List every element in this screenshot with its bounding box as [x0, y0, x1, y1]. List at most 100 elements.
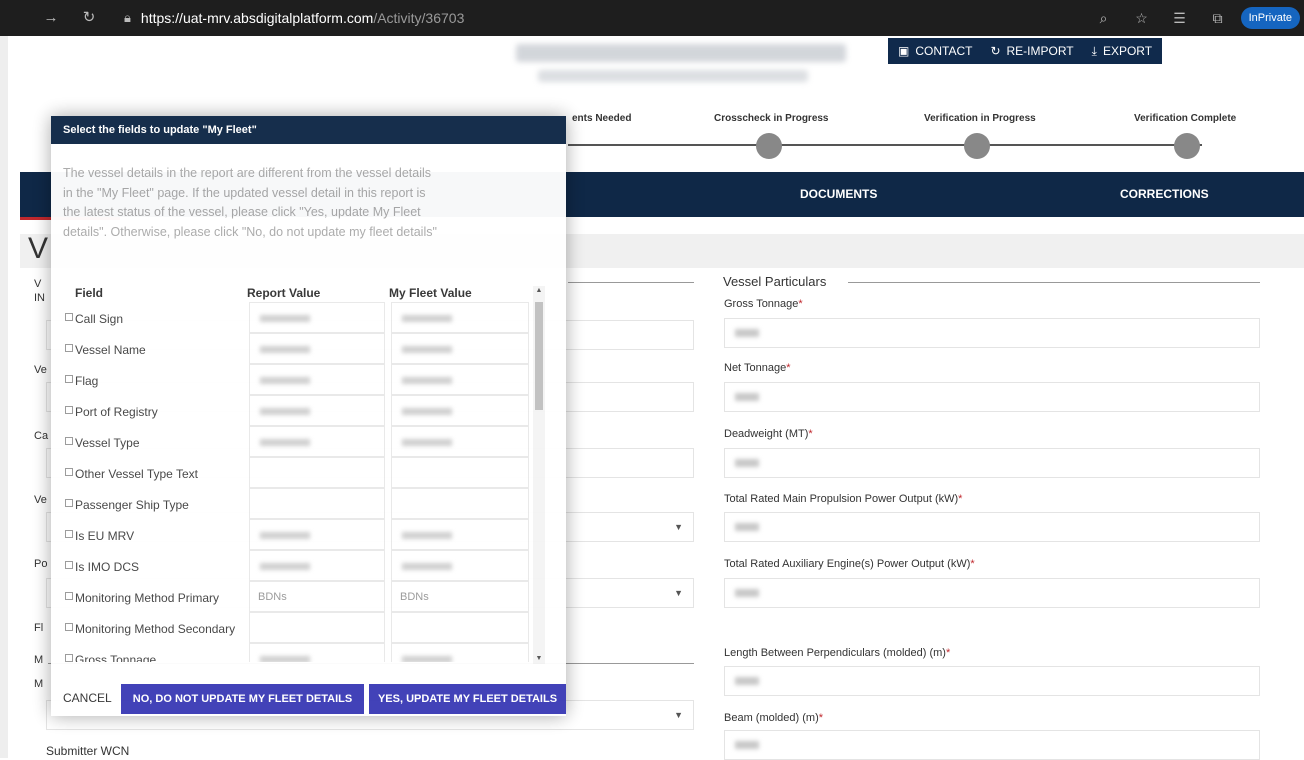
field-name: Call Sign [75, 312, 124, 326]
field-checkbox[interactable] [65, 623, 73, 631]
fleet-value-cell [391, 364, 529, 395]
export-button[interactable]: ⤓ EXPORT [1092, 44, 1152, 59]
header-actions: ▣ CONTACT ↻ RE-IMPORT ⤓ EXPORT [888, 38, 1163, 64]
field-checkbox[interactable] [65, 313, 73, 321]
field-name: Monitoring Method Primary [75, 591, 220, 605]
field-name: Vessel Name [75, 343, 146, 357]
do-not-update-button[interactable]: NO, DO NOT UPDATE MY FLEET DETAILS [121, 684, 364, 714]
field-checkbox[interactable] [65, 499, 73, 507]
auxiliary-power-input[interactable] [724, 578, 1260, 608]
report-value-cell [249, 612, 385, 643]
scrollbar-thumb[interactable] [535, 302, 543, 410]
fleet-value-cell [391, 612, 529, 643]
net-tonnage-input[interactable] [724, 382, 1260, 412]
field-row: Monitoring Method Secondary [61, 612, 531, 643]
left-label-fragment: M [34, 654, 44, 666]
progress-line [568, 144, 1202, 146]
redacted-value [260, 439, 310, 446]
main-propulsion-power-input[interactable] [724, 512, 1260, 542]
scroll-up-icon[interactable]: ▲ [533, 287, 545, 294]
fleet-value-cell [391, 643, 529, 662]
report-value-cell [249, 643, 385, 662]
fleet-value-cell: BDNs [391, 581, 529, 612]
report-value-cell [249, 302, 385, 333]
field-row: Passenger Ship Type [61, 488, 531, 519]
field-row: Monitoring Method Primary BDNs BDNs [61, 581, 531, 612]
field-row: Is IMO DCS [61, 550, 531, 581]
left-label-fragment: IN [34, 292, 45, 304]
field-checkbox[interactable] [65, 406, 73, 414]
update-fleet-modal: Select the fields to update "My Fleet" T… [51, 116, 566, 716]
report-value-cell: BDNs [249, 581, 385, 612]
report-value-cell [249, 395, 385, 426]
scroll-down-icon[interactable]: ▼ [533, 655, 545, 662]
field-checkbox[interactable] [65, 530, 73, 538]
section-title-fragment: V [28, 232, 49, 265]
favorites-add-icon[interactable]: ☆ [1127, 10, 1157, 27]
report-value-cell [249, 426, 385, 457]
step-crosscheck: Crosscheck in Progress [714, 113, 829, 124]
forward-arrow-icon[interactable]: → [40, 9, 62, 26]
field-checkbox[interactable] [65, 375, 73, 383]
length-perpendiculars-label: Length Between Perpendiculars (molded) (… [724, 647, 951, 659]
fleet-value-cell [391, 395, 529, 426]
field-checkbox[interactable] [65, 561, 73, 569]
beam-input[interactable] [724, 730, 1260, 760]
step-verification-progress: Verification in Progress [924, 113, 1036, 124]
deadweight-label: Deadweight (MT)* [724, 428, 813, 440]
column-header-fleet-value: My Fleet Value [389, 286, 472, 300]
field-checkbox[interactable] [65, 654, 73, 662]
report-value-cell [249, 333, 385, 364]
field-name: Other Vessel Type Text [75, 467, 198, 481]
update-fleet-button[interactable]: YES, UPDATE MY FLEET DETAILS [369, 684, 566, 714]
browser-actions: ⌕ ☆ ☰ ⧉ InPrivate [1089, 0, 1304, 36]
modal-footer: CANCEL NO, DO NOT UPDATE MY FLEET DETAIL… [51, 684, 566, 714]
field-checkbox[interactable] [65, 437, 73, 445]
report-value-cell [249, 364, 385, 395]
field-row: Other Vessel Type Text [61, 457, 531, 488]
column-header-report-value: Report Value [247, 286, 321, 300]
browser-toolbar: → ↻ 🔒︎ https://uat-mrv.absdigitalplatfor… [0, 0, 1304, 36]
gross-tonnage-label: Gross Tonnage* [724, 298, 803, 310]
field-checkbox[interactable] [65, 344, 73, 352]
caret-down-icon: ▼ [674, 522, 683, 532]
zoom-icon[interactable]: ⌕ [1089, 10, 1119, 27]
contact-button[interactable]: ▣ CONTACT [898, 44, 972, 58]
address-bar[interactable]: 🔒︎ https://uat-mrv.absdigitalplatform.co… [124, 5, 464, 31]
field-list-scrollbar[interactable]: ▲ ▼ [533, 286, 545, 664]
field-row: Flag [61, 364, 531, 395]
field-name: Monitoring Method Secondary [75, 622, 236, 636]
favorites-icon[interactable]: ☰ [1165, 10, 1195, 27]
report-value-cell [249, 519, 385, 550]
caret-down-icon: ▼ [674, 710, 683, 720]
reload-icon[interactable]: ↻ [78, 8, 100, 26]
column-header-field: Field [75, 286, 104, 300]
main-propulsion-power-label: Total Rated Main Propulsion Power Output… [724, 493, 963, 505]
field-name: Vessel Type [75, 436, 140, 450]
gross-tonnage-input[interactable] [724, 318, 1260, 348]
tab-documents[interactable]: DOCUMENTS [800, 187, 877, 201]
tab-corrections[interactable]: CORRECTIONS [1120, 187, 1209, 201]
field-checkbox[interactable] [65, 592, 73, 600]
left-label-fragment: Ve [34, 494, 47, 506]
inprivate-badge[interactable]: InPrivate [1240, 7, 1300, 29]
deadweight-input[interactable] [724, 448, 1260, 478]
auxiliary-power-label: Total Rated Auxiliary Engine(s) Power Ou… [724, 558, 975, 570]
fleet-value-cell [391, 333, 529, 364]
redacted-value [402, 346, 452, 353]
fieldset-divider [848, 282, 1260, 283]
cell-value: BDNs [258, 591, 287, 603]
net-tonnage-label: Net Tonnage* [724, 362, 791, 374]
cancel-button[interactable]: CANCEL [63, 691, 112, 705]
fleet-value-cell [391, 457, 529, 488]
reimport-button[interactable]: ↻ RE-IMPORT [990, 44, 1073, 58]
field-checkbox[interactable] [65, 468, 73, 476]
report-value-cell [249, 550, 385, 581]
modal-message: The vessel details in the report are dif… [63, 166, 437, 239]
length-perpendiculars-input[interactable] [724, 666, 1260, 696]
download-icon: ⤓ [1091, 43, 1097, 58]
caret-down-icon: ▼ [674, 588, 683, 598]
collections-icon[interactable]: ⧉ [1203, 10, 1233, 27]
left-label-fragment: V [34, 278, 42, 290]
field-row: Vessel Name [61, 333, 531, 364]
